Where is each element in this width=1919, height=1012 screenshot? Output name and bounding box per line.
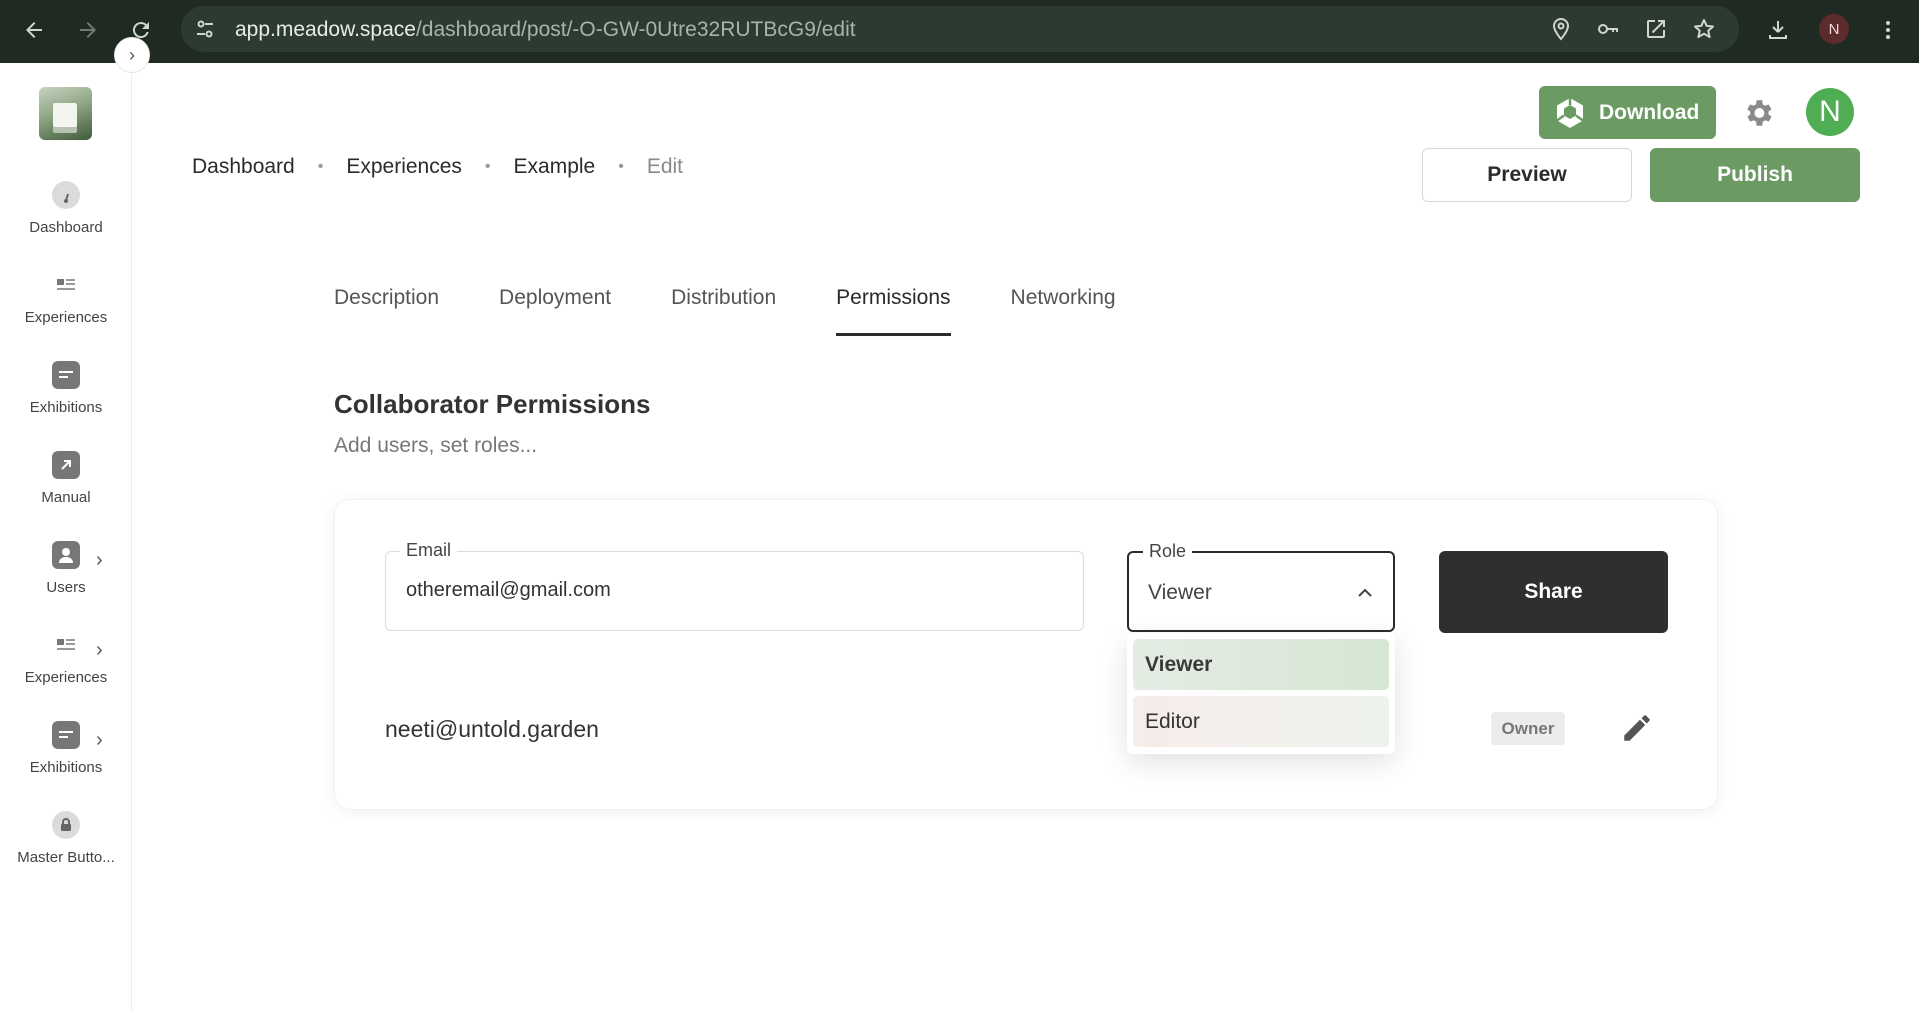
tab-bar: Description Deployment Distribution Perm…: [334, 286, 1176, 336]
user-icon: [52, 541, 80, 569]
calendar-icon: [52, 721, 80, 749]
breadcrumb-separator: •: [618, 158, 624, 175]
sidebar: Dashboard Experiences Exhibitions Manual…: [0, 63, 132, 1012]
address-bar[interactable]: app.meadow.space/dashboard/post/-O-GW-0U…: [181, 6, 1739, 52]
gear-icon[interactable]: [1741, 96, 1775, 130]
gauge-icon: [52, 181, 80, 209]
tab-deployment[interactable]: Deployment: [499, 286, 611, 336]
sidebar-item-experiences[interactable]: Experiences: [0, 261, 132, 341]
download-icon[interactable]: [1760, 12, 1796, 48]
sidebar-item-label: Experiences: [24, 309, 108, 326]
browser-toolbar: app.meadow.space/dashboard/post/-O-GW-0U…: [0, 0, 1919, 63]
chevron-up-icon: [1358, 588, 1372, 597]
sidebar-item-label: Master Butto...: [17, 849, 115, 866]
back-icon[interactable]: [16, 12, 52, 48]
sidebar-item-manual[interactable]: Manual: [0, 441, 132, 521]
section-title: Collaborator Permissions: [334, 389, 651, 419]
url-text[interactable]: app.meadow.space/dashboard/post/-O-GW-0U…: [235, 18, 856, 42]
breadcrumb-separator: •: [317, 158, 324, 175]
open-in-app-icon[interactable]: [1644, 17, 1668, 41]
breadcrumb-item[interactable]: Experiences: [346, 155, 462, 179]
list-icon: [52, 271, 80, 299]
more-icon[interactable]: [1870, 12, 1906, 48]
chevron-right-icon[interactable]: ›: [96, 729, 103, 752]
tab-networking[interactable]: Networking: [1011, 286, 1116, 336]
email-label: Email: [400, 540, 458, 561]
external-link-icon: [52, 451, 80, 479]
site-settings-icon[interactable]: [193, 17, 217, 41]
permissions-card: [334, 499, 1718, 810]
profile-avatar[interactable]: N: [1819, 14, 1849, 44]
dropdown-option-viewer[interactable]: Viewer: [1133, 639, 1389, 690]
tab-distribution[interactable]: Distribution: [671, 286, 776, 336]
tab-permissions[interactable]: Permissions: [836, 286, 951, 336]
preview-button[interactable]: Preview: [1422, 148, 1632, 202]
download-button[interactable]: Download: [1539, 86, 1716, 139]
sidebar-item-exhibitions-2[interactable]: Exhibitions ›: [0, 711, 132, 791]
sidebar-item-label: Users: [46, 579, 86, 596]
avatar[interactable]: N: [1806, 88, 1854, 136]
sidebar-expand-button[interactable]: ›: [114, 37, 150, 73]
sidebar-item-label: Manual: [41, 489, 91, 506]
role-dropdown-menu: Viewer Editor: [1127, 633, 1395, 754]
email-input-value[interactable]: otheremail@gmail.com: [406, 579, 611, 602]
chevron-right-icon: ›: [129, 44, 135, 65]
sidebar-item-label: Dashboard: [29, 219, 103, 236]
sidebar-item-experiences-2[interactable]: Experiences ›: [0, 621, 132, 701]
sidebar-item-dashboard[interactable]: Dashboard: [0, 171, 132, 251]
member-email: neeti@untold.garden: [385, 716, 599, 742]
tab-description[interactable]: Description: [334, 286, 439, 336]
sidebar-item-label: Exhibitions: [29, 399, 103, 416]
list-icon: [52, 631, 80, 659]
sidebar-item-users[interactable]: Users ›: [0, 531, 132, 611]
lock-icon: [52, 811, 80, 839]
breadcrumb-current: Edit: [646, 155, 684, 178]
location-icon[interactable]: [1549, 17, 1573, 41]
publish-button[interactable]: Publish: [1650, 148, 1860, 202]
forward-icon[interactable]: [70, 12, 106, 48]
share-button[interactable]: Share: [1439, 551, 1668, 633]
sidebar-item-label: Exhibitions: [29, 759, 103, 776]
sidebar-item-master-button[interactable]: Master Butto...: [0, 801, 132, 881]
role-badge: Owner: [1491, 712, 1565, 745]
calendar-icon: [52, 361, 80, 389]
key-icon[interactable]: [1596, 17, 1620, 41]
breadcrumb: Dashboard • Experiences • Example • Edit: [192, 155, 683, 179]
sidebar-item-exhibitions[interactable]: Exhibitions: [0, 351, 132, 431]
role-select-value: Viewer: [1148, 581, 1212, 604]
chevron-right-icon[interactable]: ›: [96, 639, 103, 662]
section-subtitle: Add users, set roles...: [334, 434, 538, 457]
unity-logo-icon: [1556, 97, 1584, 128]
dropdown-option-editor[interactable]: Editor: [1133, 696, 1389, 747]
role-select[interactable]: Role Viewer: [1127, 541, 1395, 632]
app-logo[interactable]: [39, 87, 92, 140]
sidebar-item-label: Experiences: [24, 669, 108, 686]
pencil-icon[interactable]: [1620, 711, 1654, 745]
email-field[interactable]: Email otheremail@gmail.com: [385, 540, 1084, 631]
download-label: Download: [1599, 100, 1700, 124]
breadcrumb-item[interactable]: Dashboard: [192, 155, 295, 179]
breadcrumb-item[interactable]: Example: [514, 155, 596, 179]
chevron-right-icon[interactable]: ›: [96, 549, 103, 572]
breadcrumb-separator: •: [484, 158, 491, 175]
role-label: Role: [1143, 541, 1193, 562]
star-icon[interactable]: [1692, 17, 1716, 41]
